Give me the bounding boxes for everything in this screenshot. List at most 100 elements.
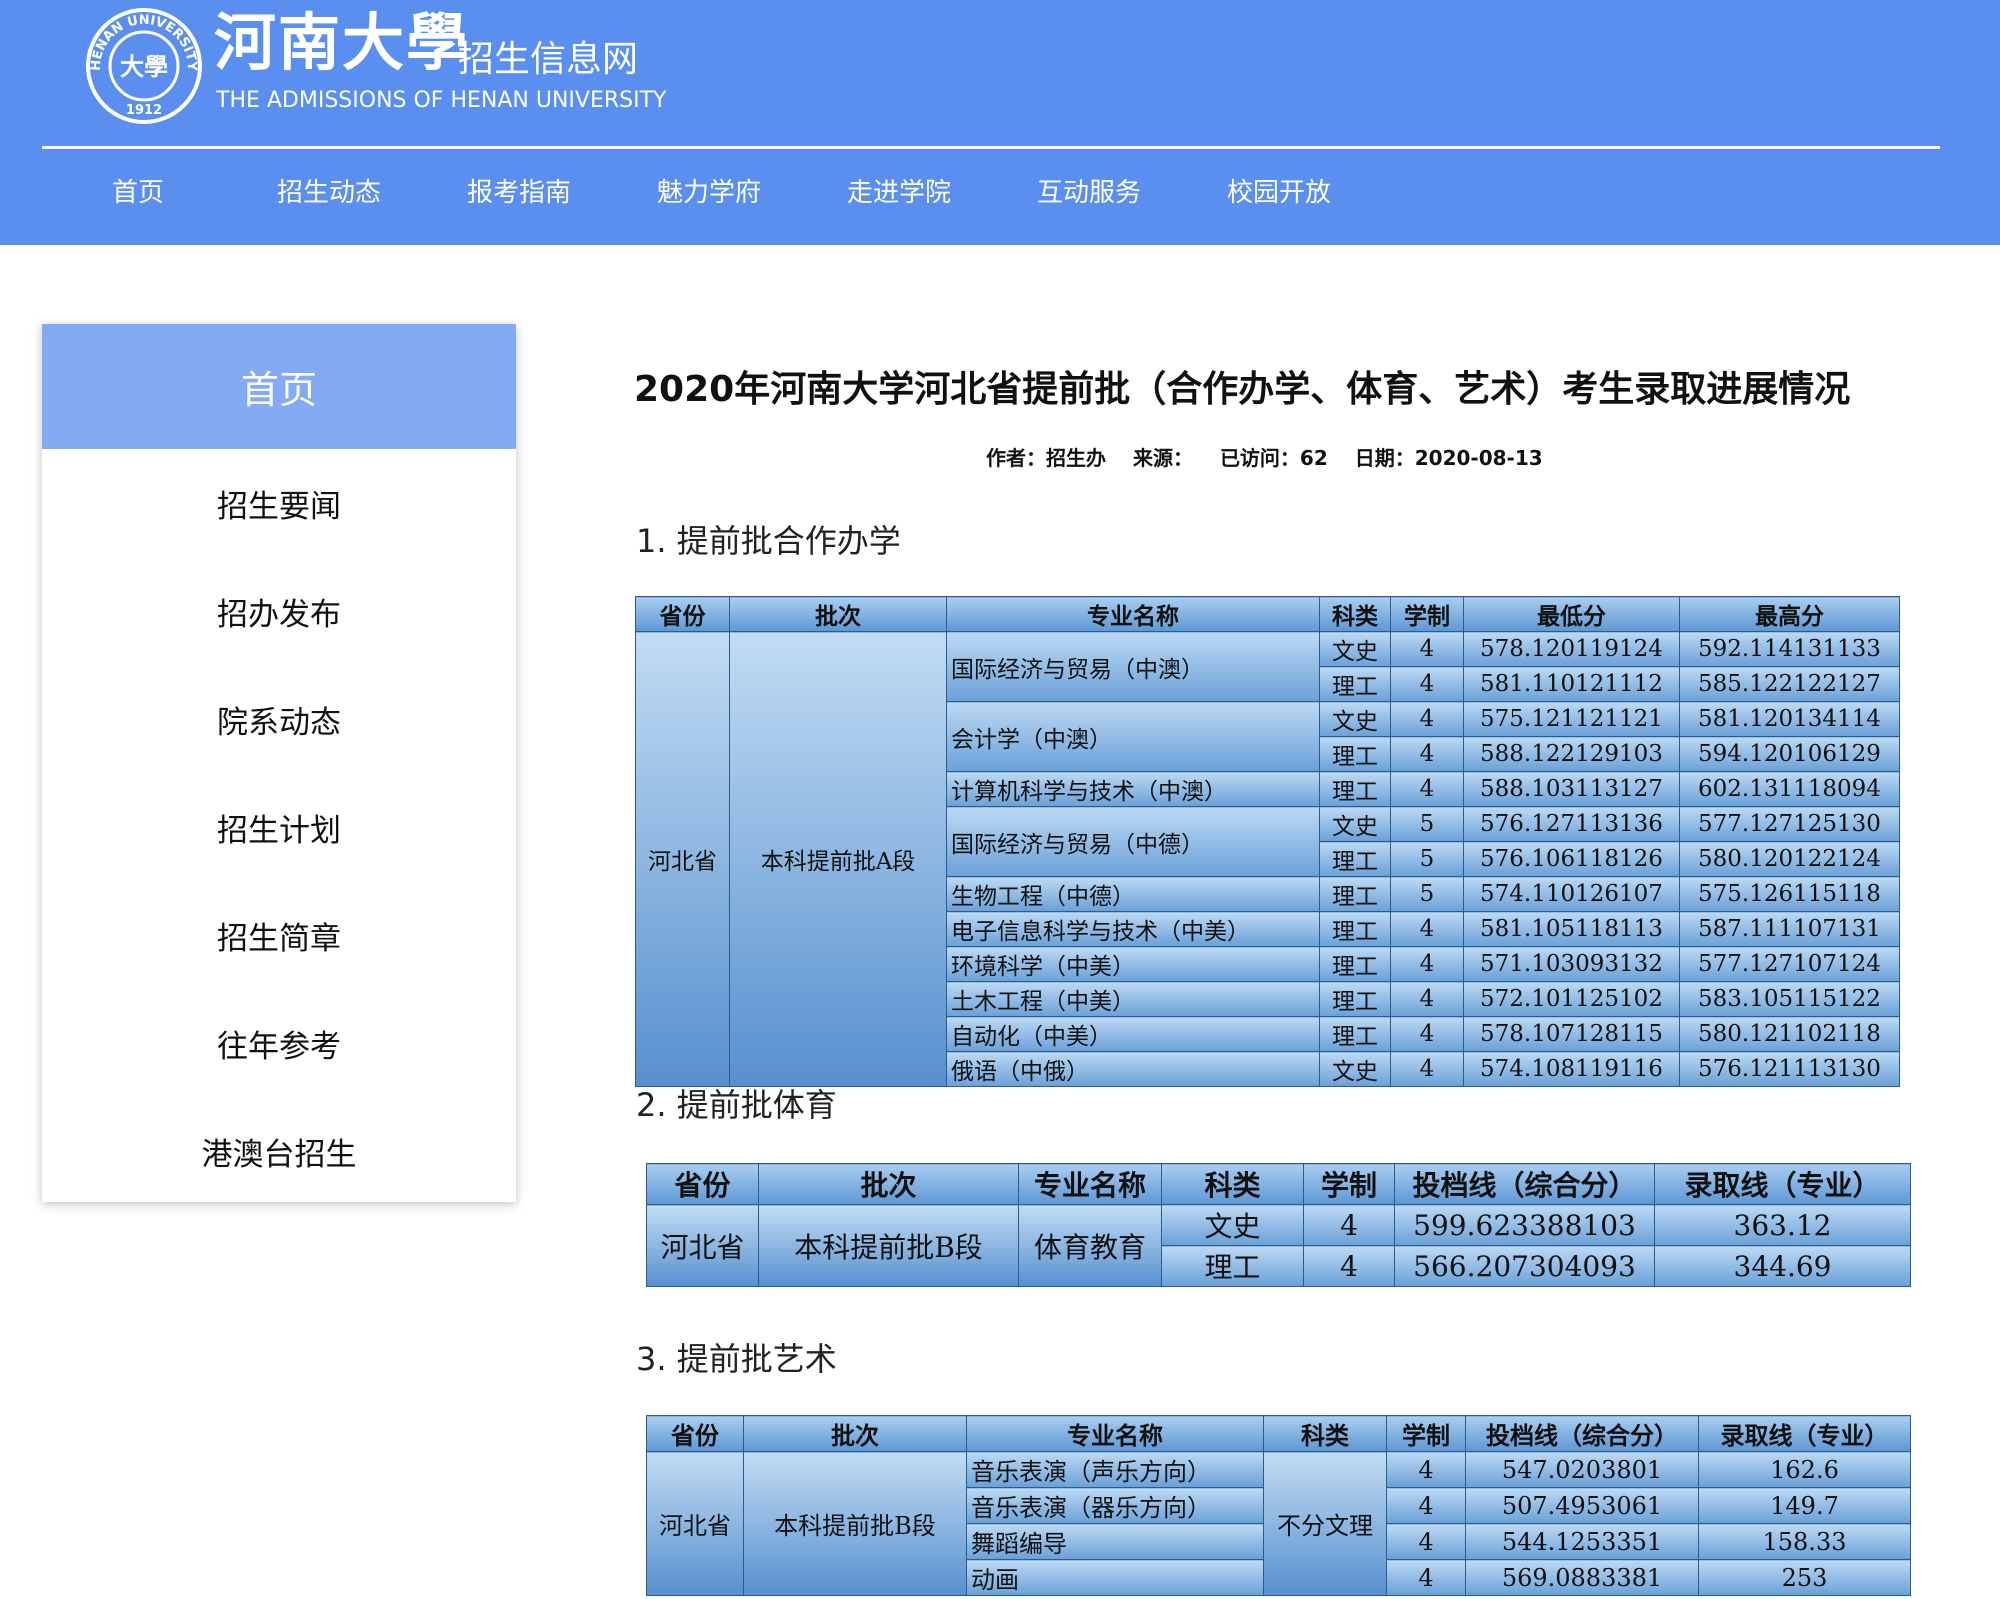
cell-min-score: 578.107128115 — [1463, 1016, 1680, 1052]
col-header-min-score: 最低分 — [1463, 596, 1680, 632]
cell-min-score: 576.106118126 — [1463, 841, 1680, 877]
cell-max-score: 585.122122127 — [1679, 666, 1900, 702]
nav-admission-news[interactable]: 招生动态 — [277, 178, 381, 209]
cell-category: 文史 — [1319, 701, 1391, 737]
sidebar-item-admission-plan[interactable]: 招生计划 — [42, 773, 516, 881]
cell-years: 4 — [1390, 701, 1464, 737]
cell-max-score: 577.127107124 — [1679, 946, 1900, 982]
cell-filing-score: 599.623388103 — [1394, 1204, 1655, 1246]
cell-years: 4 — [1390, 631, 1464, 667]
cell-major: 电子信息科学与技术（中美） — [946, 911, 1320, 947]
article-author: 作者：招生办 — [986, 446, 1106, 470]
cell-category: 理工 — [1319, 981, 1391, 1017]
cell-years: 4 — [1303, 1204, 1395, 1246]
table-header-row: 省份 批次 专业名称 科类 学制 投档线（综合分） 录取线（专业） — [646, 1415, 1911, 1452]
sidebar: 首页 招生要闻 招办发布 院系动态 招生计划 招生简章 往年参考 港澳台招生 — [42, 324, 516, 1202]
logo-english-name: THE ADMISSIONS OF HENAN UNIVERSITY — [216, 88, 667, 113]
cell-major: 国际经济与贸易（中德） — [946, 806, 1320, 877]
col-header-major: 专业名称 — [1018, 1163, 1162, 1205]
col-header-batch: 批次 — [758, 1163, 1019, 1205]
cell-major: 音乐表演（声乐方向） — [966, 1451, 1264, 1488]
cell-major: 生物工程（中德） — [946, 876, 1320, 912]
cell-category: 文史 — [1319, 631, 1391, 667]
seal-center-text: 大學 — [120, 52, 168, 81]
main-nav: 首页 招生动态 报考指南 魅力学府 走进学院 互动服务 校园开放 — [0, 150, 2000, 245]
cell-province: 河北省 — [646, 1451, 744, 1596]
sidebar-item-hmt-admission[interactable]: 港澳台招生 — [42, 1097, 516, 1205]
site-header: HENAN UNIVERSITY 大學 1912 河南大學 招生信息网 THE … — [0, 0, 2000, 245]
col-header-province: 省份 — [646, 1163, 759, 1205]
cell-filing-score: 547.0203801 — [1465, 1451, 1699, 1488]
cell-admission-line: 162.6 — [1698, 1451, 1911, 1488]
cell-province: 河北省 — [635, 631, 730, 1087]
cell-category: 理工 — [1161, 1245, 1304, 1287]
nav-home[interactable]: 首页 — [112, 178, 164, 209]
cell-category: 理工 — [1319, 736, 1391, 772]
col-header-category: 科类 — [1319, 596, 1391, 632]
col-header-admission-line: 录取线（专业） — [1698, 1415, 1911, 1452]
nav-campus-charm[interactable]: 魅力学府 — [657, 178, 761, 209]
cell-max-score: 580.120122124 — [1679, 841, 1900, 877]
sidebar-header[interactable]: 首页 — [42, 324, 516, 449]
cell-max-score: 577.127125130 — [1679, 806, 1900, 842]
logo-chinese-name[interactable]: 河南大學 — [214, 12, 470, 74]
cell-category: 理工 — [1319, 946, 1391, 982]
cell-major: 自动化（中美） — [946, 1016, 1320, 1052]
cell-min-score: 576.127113136 — [1463, 806, 1680, 842]
cell-min-score: 578.120119124 — [1463, 631, 1680, 667]
col-header-filing-score: 投档线（综合分） — [1394, 1163, 1655, 1205]
cell-years: 5 — [1390, 841, 1464, 877]
cell-category: 理工 — [1319, 876, 1391, 912]
col-header-category: 科类 — [1161, 1163, 1304, 1205]
logo-subtitle: 招生信息网 — [458, 39, 639, 80]
col-header-batch: 批次 — [729, 596, 947, 632]
sidebar-item-brochure[interactable]: 招生简章 — [42, 881, 516, 989]
col-header-years: 学制 — [1386, 1415, 1466, 1452]
cell-max-score: 575.126115118 — [1679, 876, 1900, 912]
nav-campus-open[interactable]: 校园开放 — [1227, 178, 1331, 209]
cell-category: 文史 — [1319, 806, 1391, 842]
col-header-max-score: 最高分 — [1679, 596, 1900, 632]
cell-years: 4 — [1303, 1245, 1395, 1287]
cell-min-score: 575.121121121 — [1463, 701, 1680, 737]
cell-years: 4 — [1386, 1451, 1466, 1488]
article-source: 来源： — [1132, 446, 1193, 470]
cell-min-score: 588.103113127 — [1463, 771, 1680, 807]
article-title: 2020年河南大学河北省提前批（合作办学、体育、艺术）考生录取进展情况 — [634, 369, 1851, 410]
article-meta: 作者：招生办 来源： 已访问：62 日期：2020-08-13 — [986, 442, 1563, 471]
nav-colleges[interactable]: 走进学院 — [847, 178, 951, 209]
col-header-major: 专业名称 — [946, 596, 1320, 632]
nav-interactive-service[interactable]: 互动服务 — [1037, 178, 1141, 209]
cell-years: 4 — [1390, 981, 1464, 1017]
cell-category: 文史 — [1161, 1204, 1304, 1246]
cell-min-score: 581.110121112 — [1463, 666, 1680, 702]
nav-application-guide[interactable]: 报考指南 — [467, 178, 571, 209]
cell-major: 土木工程（中美） — [946, 981, 1320, 1017]
cell-batch: 本科提前批A段 — [729, 631, 947, 1087]
cell-min-score: 588.122129103 — [1463, 736, 1680, 772]
table-row: 河北省 本科提前批B段 体育教育 文史 4 599.623388103 363.… — [646, 1204, 1911, 1287]
col-header-category: 科类 — [1263, 1415, 1387, 1452]
sidebar-item-office-release[interactable]: 招办发布 — [42, 557, 516, 665]
cell-min-score: 571.103093132 — [1463, 946, 1680, 982]
col-header-years: 学制 — [1303, 1163, 1395, 1205]
sidebar-item-department-news[interactable]: 院系动态 — [42, 665, 516, 773]
cell-years: 5 — [1390, 876, 1464, 912]
cell-admission-line: 149.7 — [1698, 1487, 1911, 1524]
cell-category: 理工 — [1319, 666, 1391, 702]
cell-years: 4 — [1390, 946, 1464, 982]
section-heading-arts: 3. 提前批艺术 — [636, 1340, 837, 1378]
table-sports: 省份 批次 专业名称 科类 学制 投档线（综合分） 录取线（专业） 河北省 本科… — [646, 1163, 1911, 1287]
header-divider — [42, 146, 1940, 149]
cell-years: 4 — [1386, 1559, 1466, 1596]
university-seal-logo[interactable]: HENAN UNIVERSITY 大學 1912 — [84, 6, 204, 126]
sidebar-item-admission-news[interactable]: 招生要闻 — [42, 449, 516, 557]
cell-category: 理工 — [1319, 1016, 1391, 1052]
sidebar-item-past-reference[interactable]: 往年参考 — [42, 989, 516, 1097]
cell-batch: 本科提前批B段 — [758, 1204, 1019, 1287]
cell-admission-line: 344.69 — [1654, 1245, 1911, 1287]
col-header-batch: 批次 — [743, 1415, 967, 1452]
cell-max-score: 583.105115122 — [1679, 981, 1900, 1017]
col-header-years: 学制 — [1390, 596, 1464, 632]
cell-major: 动画 — [966, 1559, 1264, 1596]
